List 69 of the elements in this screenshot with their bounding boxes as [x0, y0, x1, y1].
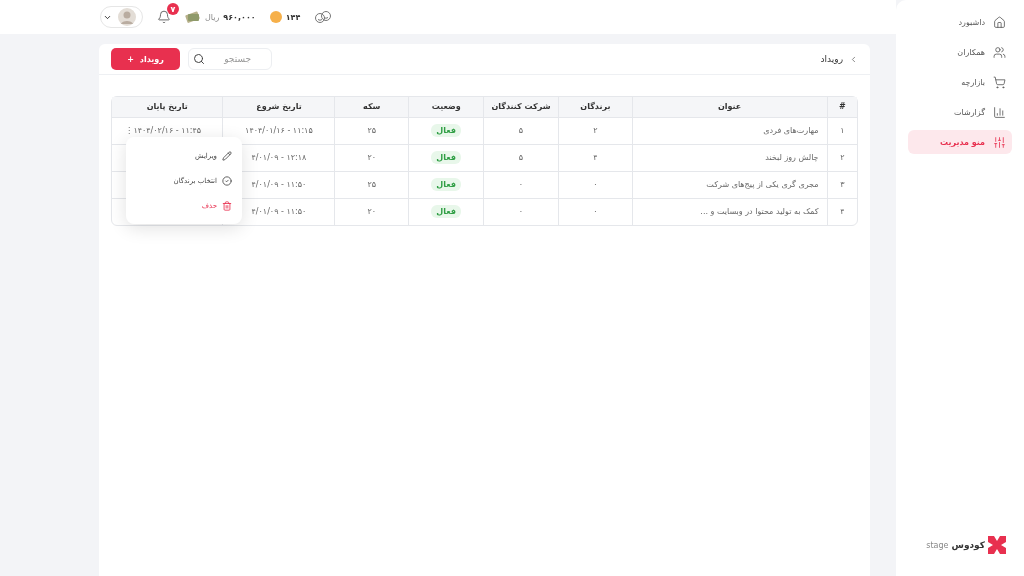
- avatar-icon: [118, 8, 136, 26]
- sidebar-item[interactable]: بازارچه: [908, 70, 1012, 94]
- table-cell: ۴: [593, 153, 598, 162]
- sidebar-item[interactable]: منو مدیریت: [908, 130, 1012, 154]
- smiley-faces-icon[interactable]: [314, 10, 333, 24]
- table-cell: ۲: [593, 126, 598, 135]
- logo-name: کودوس: [951, 540, 985, 550]
- table-cell: ۵: [518, 126, 524, 135]
- table-cell: ۳: [840, 180, 845, 189]
- notification-badge: ۷: [167, 3, 179, 15]
- table-cell: ۴/۰۱/۰۹ - ۱۱:۵۰: [251, 207, 307, 217]
- column-header: #: [827, 97, 857, 117]
- coin-icon: [269, 11, 282, 23]
- table-cell: ۲۵: [367, 180, 377, 189]
- cart-icon: [993, 75, 1006, 89]
- table-cell: ۲: [840, 153, 845, 162]
- table-cell: ۰: [518, 180, 524, 189]
- coin-count: ۱۴۴: [285, 12, 301, 22]
- table-cell: ۰: [593, 180, 598, 189]
- table-cell: ۲۰: [367, 207, 377, 217]
- table-cell: ۴/۰۱/۰۹ - ۱۱:۵۰: [251, 180, 307, 189]
- table-cell: ۰: [518, 207, 524, 217]
- currency-label: ریال: [205, 12, 220, 22]
- chevron-icon: [849, 54, 858, 64]
- add-event-button[interactable]: رویداد +: [111, 48, 180, 70]
- bell-icon[interactable]: [157, 10, 171, 24]
- table-cell: کمک به تولید محتوا در وبسایت و ...: [700, 207, 819, 217]
- table-cell: ۱۴۰۴/۰۲/۱۶ - ۱۱:۴۵: [133, 126, 202, 135]
- users-icon: [993, 45, 1006, 59]
- balance-amount: ۹۶۰,۰۰۰: [223, 12, 256, 22]
- profile-button[interactable]: [100, 6, 143, 28]
- status-badge: فعال: [431, 178, 461, 191]
- table-cell: ۴/۰۱/۰۹ - ۱۲:۱۸: [251, 153, 307, 162]
- bar-chart-icon: [993, 105, 1006, 119]
- table-cell: ۲۵: [367, 126, 377, 135]
- table-cell: ۵: [518, 153, 524, 162]
- table-cell: ۱۴۰۴/۰۱/۱۶ - ۱۱:۱۵: [245, 126, 313, 135]
- home-icon: [993, 15, 1006, 29]
- table-cell: مهارت‌های فردی: [763, 126, 819, 135]
- status-badge: فعال: [431, 151, 461, 164]
- sidebar-item[interactable]: گزارشات: [908, 100, 1012, 124]
- sidebar-item[interactable]: داشبورد: [908, 10, 1012, 34]
- column-header: شرکت کنندگان: [483, 97, 559, 117]
- status-badge: فعال: [431, 205, 461, 219]
- table-cell: مجری گری یکی از پیج‌های شرکت: [706, 180, 819, 189]
- table-cell: ۲۰: [367, 153, 377, 162]
- column-header: سکه: [334, 97, 409, 117]
- page-title: رویداد: [820, 54, 843, 64]
- search-icon: [193, 53, 205, 65]
- logo-tag: stage: [926, 540, 949, 550]
- table-cell: ۰: [593, 207, 598, 217]
- table-cell: ۴: [840, 207, 845, 217]
- sidebar-item[interactable]: همکاران: [908, 40, 1012, 64]
- search-field[interactable]: جستجو: [188, 48, 272, 70]
- status-badge: فعال: [431, 124, 461, 137]
- sliders-icon: [993, 135, 1006, 149]
- table-cell: ۱: [840, 126, 845, 135]
- trash-icon: [222, 200, 232, 211]
- check-circle-icon: [222, 175, 232, 186]
- column-header: تاریخ پایان: [112, 97, 223, 117]
- pencil-icon: [222, 150, 232, 161]
- table-cell: چالش روز لبخند: [765, 153, 819, 162]
- column-header: عنوان: [632, 97, 828, 117]
- column-header: برندگان: [558, 97, 633, 117]
- logo-icon: [988, 536, 1006, 554]
- column-header: وضعیت: [408, 97, 484, 117]
- column-header: تاریخ شروع: [222, 97, 335, 117]
- more-button[interactable]: ⋮: [125, 126, 133, 135]
- money-icon: [185, 10, 201, 24]
